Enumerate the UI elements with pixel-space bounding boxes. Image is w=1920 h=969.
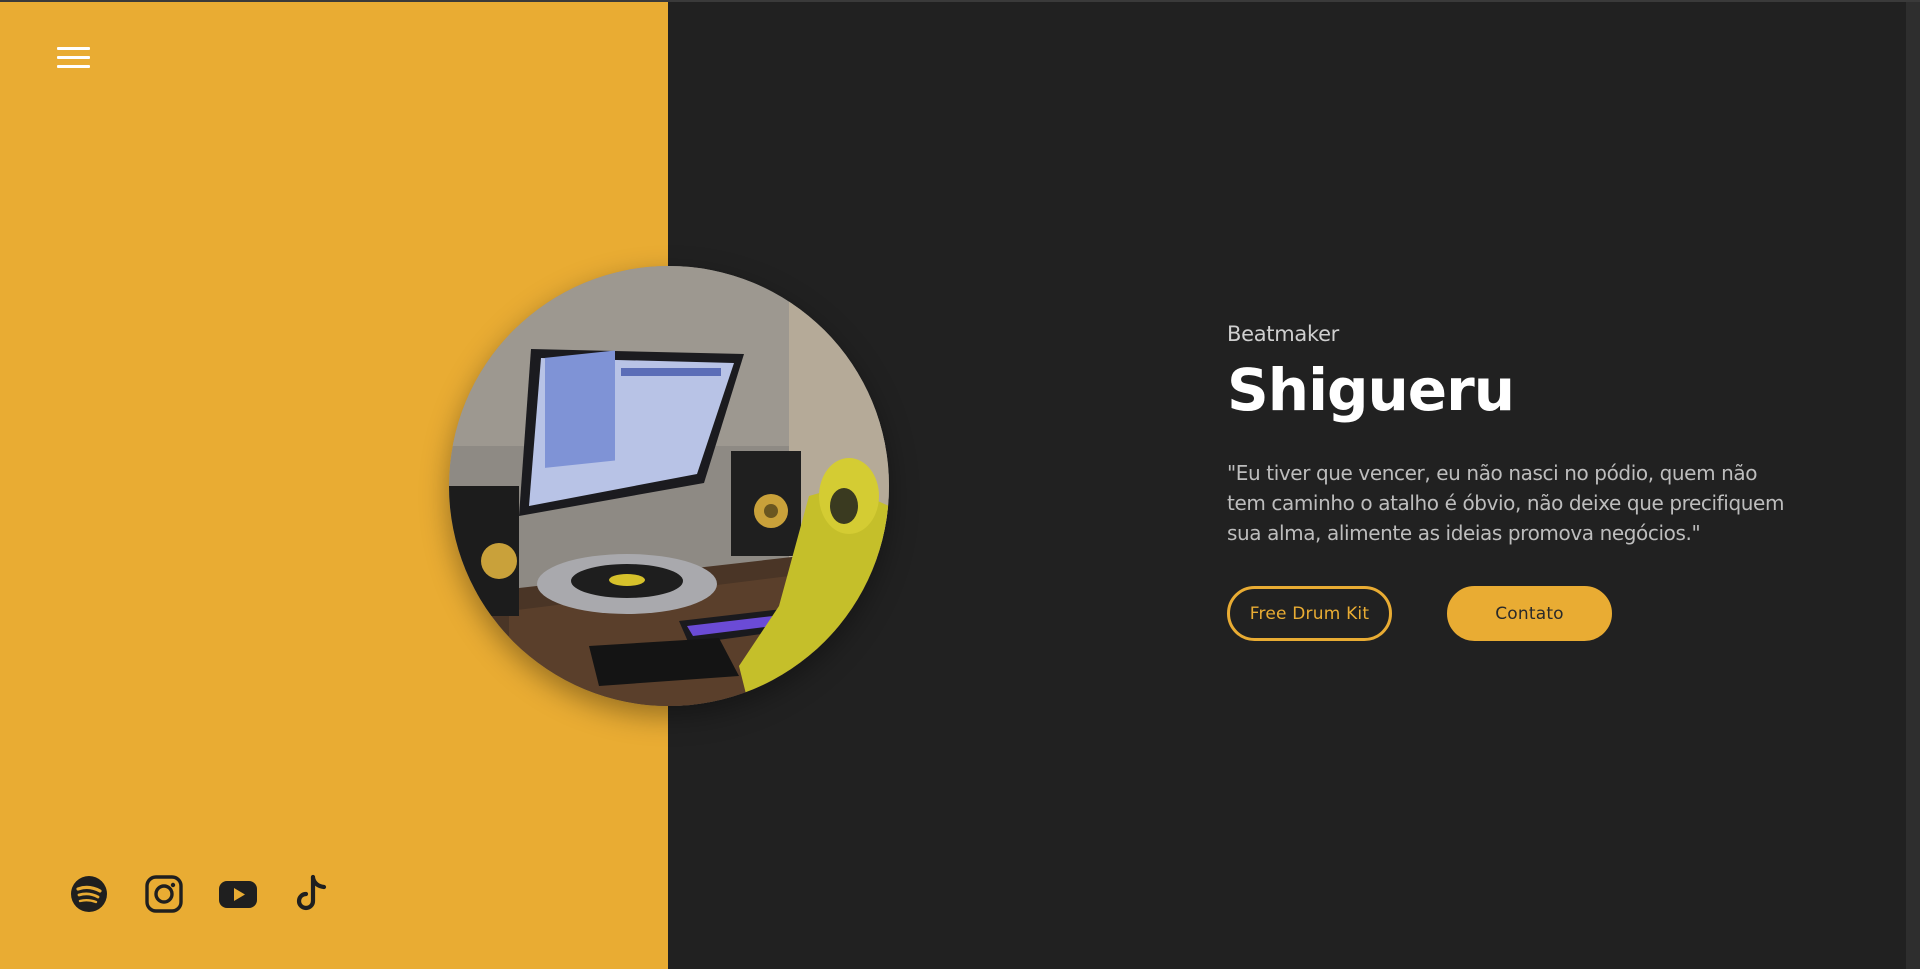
free-drum-kit-button[interactable]: Free Drum Kit — [1227, 586, 1392, 641]
contact-button[interactable]: Contato — [1447, 586, 1612, 641]
window-top-border — [0, 0, 1920, 2]
studio-photo — [449, 266, 889, 706]
instagram-icon[interactable] — [144, 874, 184, 914]
hero-actions: Free Drum Kit Contato — [1227, 586, 1807, 642]
instagram-icon-graphic — [145, 875, 183, 913]
hero-subtitle: Beatmaker — [1227, 322, 1340, 346]
studio-photo-illustration — [449, 266, 889, 706]
tiktok-icon-graphic — [296, 874, 327, 911]
hero-title: Shigueru — [1227, 356, 1515, 424]
menu-bar-bottom — [57, 65, 90, 68]
spotify-icon[interactable] — [70, 874, 110, 914]
spotify-icon-graphic — [71, 876, 107, 912]
hero-quote: "Eu tiver que vencer, eu não nasci no pó… — [1227, 461, 1785, 545]
hero-section: Beatmaker Shigueru "Eu tiver que vencer,… — [1227, 320, 1807, 642]
landing-page: Beatmaker Shigueru "Eu tiver que vencer,… — [0, 0, 1920, 969]
hamburger-menu-icon[interactable] — [55, 44, 93, 70]
youtube-icon[interactable] — [218, 874, 258, 914]
youtube-icon-graphic — [219, 881, 257, 908]
tiktok-icon[interactable] — [292, 874, 332, 914]
menu-bar-middle — [57, 56, 90, 59]
menu-bar-top — [57, 47, 90, 50]
scrollbar-track[interactable] — [1906, 0, 1920, 969]
